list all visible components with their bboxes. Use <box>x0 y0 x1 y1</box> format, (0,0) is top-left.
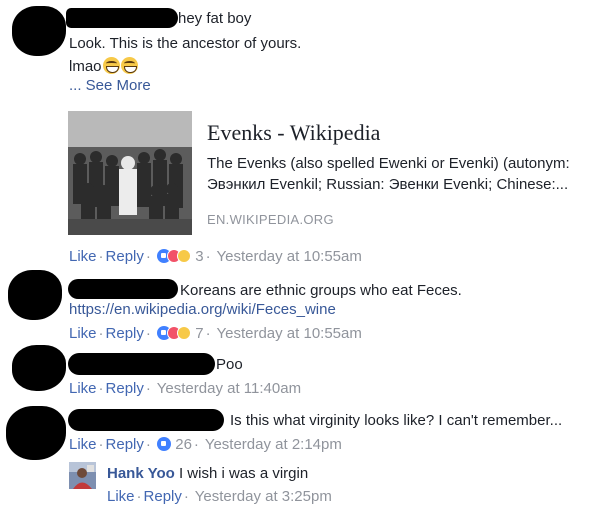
comment-text: hey fat boy <box>178 10 252 27</box>
like-reaction-icon <box>157 437 172 451</box>
reply-author-avatar[interactable] <box>69 462 96 489</box>
laughing-emoji-icon <box>102 57 120 74</box>
reactions-summary[interactable]: 3 <box>157 248 204 265</box>
comment-text: Look. This is the ancestor of yours. <box>69 35 302 52</box>
reply-author-name[interactable]: Hank Yoo <box>107 465 175 482</box>
timestamp[interactable]: Yesterday at 10:55am <box>216 325 361 342</box>
link-preview-description: Эвэнкил Evenkil; Russian: Эвенки Evenki;… <box>207 176 569 193</box>
reply-text-line: Hank Yoo I wish i was a virgin <box>107 465 308 483</box>
reply-button[interactable]: Reply <box>106 436 144 453</box>
reply-actions: Like · Reply · Yesterday at 3:25pm <box>107 488 332 505</box>
reply-button[interactable]: Reply <box>106 325 144 342</box>
like-button[interactable]: Like <box>69 248 97 265</box>
redacted-avatar <box>12 345 66 391</box>
reaction-count: 26 <box>175 436 192 453</box>
redacted-author-name <box>66 8 178 28</box>
reactions-summary[interactable]: 26 <box>157 436 192 453</box>
reactions-summary[interactable]: 7 <box>157 325 204 342</box>
link-preview-thumbnail <box>68 111 192 235</box>
reaction-count: 7 <box>195 325 204 342</box>
reaction-count: 3 <box>195 248 204 265</box>
comment-text-lmao: lmao <box>69 58 102 75</box>
redacted-author-name <box>68 353 215 375</box>
haha-reaction-icon <box>177 249 192 263</box>
link-preview-title: Evenks - Wikipedia <box>207 120 381 145</box>
comment-actions: Like · Reply · Yesterday at 11:40am <box>69 380 302 397</box>
laughing-emoji-icon <box>120 57 138 74</box>
comment-text: Poo <box>216 356 243 373</box>
redacted-avatar <box>8 270 62 320</box>
timestamp[interactable]: Yesterday at 3:25pm <box>195 488 332 505</box>
comment-link[interactable]: https://en.wikipedia.org/wiki/Feces_wine <box>69 301 336 319</box>
redacted-author-name <box>68 279 178 299</box>
reply-button[interactable]: Reply <box>106 248 144 265</box>
redacted-avatar <box>6 406 66 460</box>
comment-actions: Like · Reply · 7 · Yesterday at 10:55am <box>69 325 362 342</box>
link-preview-domain: EN.WIKIPEDIA.ORG <box>207 212 334 227</box>
reply-button[interactable]: Reply <box>144 488 182 505</box>
like-button[interactable]: Like <box>69 325 97 342</box>
timestamp[interactable]: Yesterday at 10:55am <box>216 248 361 265</box>
like-button[interactable]: Like <box>69 436 97 453</box>
link-preview-card[interactable]: Evenks - Wikipedia The Evenks (also spel… <box>68 111 598 238</box>
redacted-author-name <box>68 409 224 431</box>
like-button[interactable]: Like <box>107 488 135 505</box>
reply-text: I wish i was a virgin <box>178 465 309 482</box>
link-preview-description: The Evenks (also spelled Ewenki or Evenk… <box>207 155 570 172</box>
comment-text: Koreans are ethnic groups who eat Feces. <box>180 282 462 299</box>
see-more-link[interactable]: ... See More <box>69 77 151 95</box>
comment-text: lmao <box>69 57 138 76</box>
haha-reaction-icon <box>177 326 192 340</box>
comment-text: Is this what virginity looks like? I can… <box>230 412 563 429</box>
comment-actions: Like · Reply · 3 · Yesterday at 10:55am <box>69 248 362 265</box>
reply-button[interactable]: Reply <box>106 380 144 397</box>
timestamp[interactable]: Yesterday at 11:40am <box>157 380 301 397</box>
redacted-avatar <box>12 6 66 56</box>
comment-actions: Like · Reply · 26 · Yesterday at 2:14pm <box>69 436 342 453</box>
like-button[interactable]: Like <box>69 380 97 397</box>
timestamp[interactable]: Yesterday at 2:14pm <box>205 436 342 453</box>
